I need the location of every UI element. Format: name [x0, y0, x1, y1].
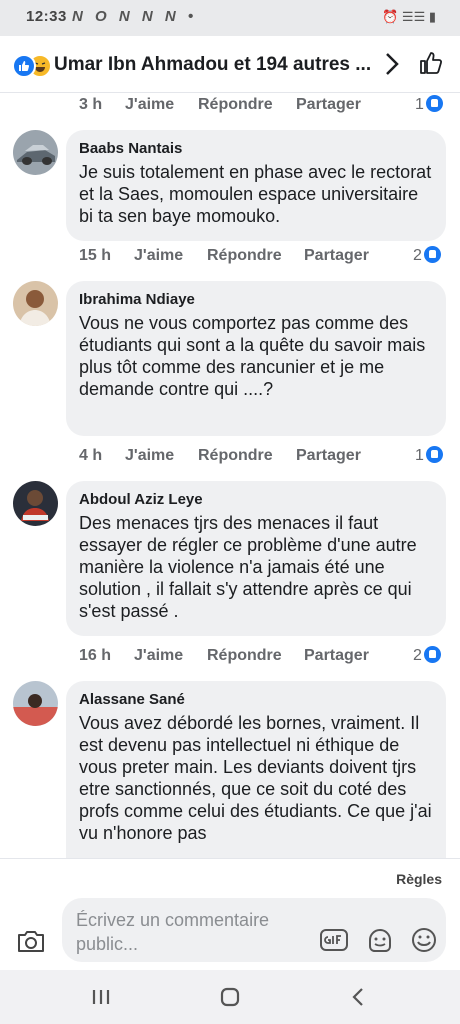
like-count-value: 2 [413, 247, 422, 264]
avatar[interactable] [13, 481, 58, 526]
reply-button[interactable]: Répondre [207, 647, 282, 665]
sort-bar: Règles [0, 858, 460, 899]
comment-actions-row: 15 h J'aime Répondre Partager [0, 247, 460, 267]
gif-icon[interactable] [320, 928, 348, 952]
reply-button[interactable]: Répondre [198, 447, 273, 465]
avatar[interactable] [13, 681, 58, 726]
comment-actions-row: 4 h J'aime Répondre Partager [0, 447, 460, 467]
system-status-icons: ⏰ ☰☰ ▮ [382, 9, 436, 24]
comment-time: 3 h [79, 96, 103, 113]
comment-text: Vous avez débordé les bornes, vraiment. … [79, 713, 432, 843]
like-reaction-icon [12, 54, 36, 78]
like-count-value: 2 [413, 647, 422, 664]
like-button[interactable]: J'aime [125, 96, 174, 114]
sort-label[interactable]: Règles [396, 871, 442, 887]
thumbs-up-icon[interactable] [418, 50, 444, 76]
share-button[interactable]: Partager [304, 247, 369, 265]
avatar[interactable] [13, 281, 58, 326]
like-button[interactable]: J'aime [125, 447, 174, 465]
comment-author[interactable]: Alassane Sané [79, 691, 432, 709]
back-icon[interactable] [348, 986, 370, 1008]
reply-button[interactable]: Répondre [198, 96, 273, 114]
like-count-value: 1 [415, 447, 424, 464]
like-count[interactable]: 1 [415, 446, 443, 465]
share-button[interactable]: Partager [296, 96, 361, 114]
chevron-right-icon[interactable] [380, 50, 404, 78]
comment-author[interactable]: Ibrahima Ndiaye [79, 291, 432, 309]
like-bubble-icon [423, 246, 441, 263]
comment-bubble[interactable]: Abdoul Aziz Leye Des menaces tjrs des me… [66, 481, 446, 636]
comment-time: 16 h [79, 647, 112, 664]
sticker-icon[interactable] [366, 926, 394, 954]
avatar[interactable] [13, 130, 58, 175]
comment-time: 4 h [79, 447, 103, 464]
comment-bubble[interactable]: Ibrahima Ndiaye Vous ne vous comportez p… [66, 281, 446, 436]
comment-composer: Écrivez un commentaire public... [0, 898, 460, 970]
comment-text: Je suis totalement en phase avec le rect… [79, 162, 432, 226]
comment-text: Des menaces tjrs des menaces il faut ess… [79, 513, 417, 621]
comment-text: Vous ne vous comportez pas comme des étu… [79, 313, 426, 399]
notification-icons: N O N N N • [72, 8, 198, 25]
emoji-icon[interactable] [410, 926, 438, 954]
camera-icon[interactable] [16, 928, 46, 954]
like-count[interactable]: 2 [413, 646, 441, 665]
system-nav-bar [0, 970, 460, 1024]
comment-bubble[interactable]: Baabs Nantais Je suis totalement en phas… [66, 130, 446, 241]
like-bubble-icon [425, 95, 443, 112]
comment-time: 15 h [79, 247, 112, 264]
like-button[interactable]: J'aime [134, 247, 183, 265]
comment-actions-row: 3 h J'aime Répondre Partager [0, 96, 460, 116]
like-bubble-icon [425, 446, 443, 463]
comment-author[interactable]: Abdoul Aziz Leye [79, 491, 432, 509]
status-bar: 12:33 N O N N N • ⏰ ☰☰ ▮ [0, 0, 460, 36]
share-button[interactable]: Partager [304, 647, 369, 665]
reactions-summary-title[interactable]: Umar Ibn Ahmadou et 194 autres ... [54, 54, 371, 76]
reactions-header[interactable]: Umar Ibn Ahmadou et 194 autres ... [0, 36, 460, 93]
comment-input-placeholder: Écrivez un commentaire public... [76, 910, 270, 954]
comment-author[interactable]: Baabs Nantais [79, 140, 432, 158]
like-button[interactable]: J'aime [134, 647, 183, 665]
like-bubble-icon [423, 646, 441, 663]
comment-actions-row: 16 h J'aime Répondre Partager [0, 647, 460, 667]
like-count-value: 1 [415, 96, 424, 113]
status-time: 12:33 [26, 8, 67, 25]
like-count[interactable]: 2 [413, 246, 441, 265]
share-button[interactable]: Partager [296, 447, 361, 465]
like-count[interactable]: 1 [415, 95, 443, 114]
recent-apps-icon[interactable] [90, 988, 112, 1006]
home-icon[interactable] [219, 986, 241, 1008]
reply-button[interactable]: Répondre [207, 247, 282, 265]
comment-bubble[interactable]: Alassane Sané Vous avez débordé les born… [66, 681, 446, 881]
